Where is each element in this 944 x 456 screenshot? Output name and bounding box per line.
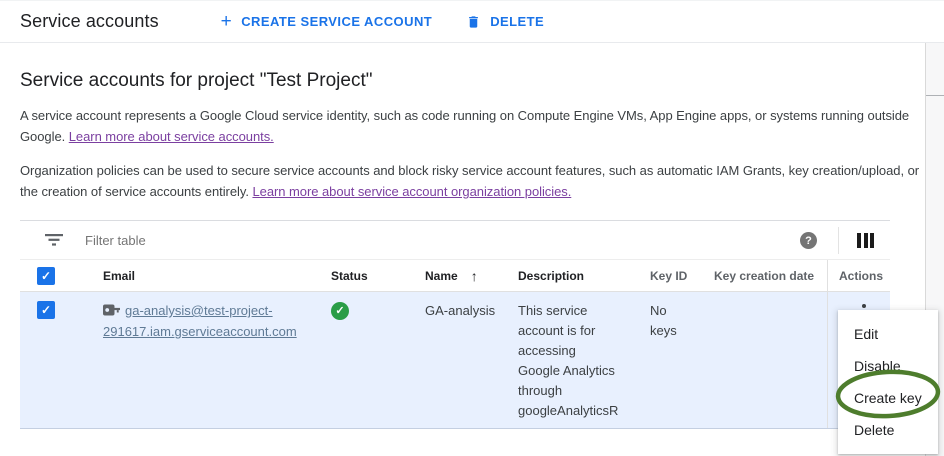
service-account-key-icon: [103, 302, 120, 322]
checkmark-glyph: ✓: [335, 301, 344, 321]
intro-paragraph: A service account represents a Google Cl…: [20, 105, 925, 147]
toolbar-divider: [838, 227, 839, 254]
column-header-name[interactable]: Name ↑: [405, 260, 498, 291]
create-service-account-label: CREATE SERVICE ACCOUNT: [241, 14, 432, 29]
service-account-email-link[interactable]: ga-analysis@test-project-291617.iam.gser…: [103, 303, 297, 339]
name-cell: GA-analysis: [405, 292, 498, 428]
learn-more-service-accounts-link[interactable]: Learn more about service accounts.: [69, 129, 274, 144]
email-cell: ga-analysis@test-project-291617.iam.gser…: [83, 292, 311, 428]
help-icon[interactable]: ?: [800, 232, 817, 249]
info-panel-divider: [926, 95, 944, 96]
learn-more-org-policies-link[interactable]: Learn more about service account organiz…: [252, 184, 571, 199]
page-toolbar: Service accounts + CREATE SERVICE ACCOUN…: [0, 0, 944, 43]
table-row: ✓ ga-analysis@test-project-291617.iam.gs…: [20, 292, 890, 429]
row-actions-menu: Edit Disable Create key Delete: [838, 310, 938, 454]
help-glyph: ?: [805, 235, 812, 247]
key-creation-date-cell: [694, 292, 827, 428]
key-id-cell: No keys: [630, 292, 694, 428]
create-service-account-button[interactable]: + CREATE SERVICE ACCOUNT: [221, 12, 433, 31]
description-cell: This service account is for accessing Go…: [498, 292, 630, 428]
menu-item-edit[interactable]: Edit: [838, 318, 938, 350]
key-id-value: No keys: [650, 301, 694, 341]
table-header-row: ✓ Email Status Name ↑ Description Key ID…: [20, 260, 890, 292]
status-cell: ✓: [311, 292, 405, 428]
service-accounts-table: ? ✓ Email Status Name ↑ Description Key …: [20, 220, 890, 429]
select-all-checkbox[interactable]: ✓: [37, 267, 55, 285]
filter-icon: [45, 234, 63, 246]
delete-button[interactable]: DELETE: [466, 14, 544, 30]
column-header-key-creation-date[interactable]: Key creation date: [694, 260, 827, 291]
trash-icon: [466, 14, 481, 30]
status-enabled-icon: ✓: [331, 302, 349, 320]
column-display-options-icon[interactable]: [857, 233, 874, 248]
column-header-key-id[interactable]: Key ID: [630, 260, 694, 291]
column-header-actions: Actions: [827, 260, 890, 291]
filter-table-input[interactable]: [85, 233, 385, 248]
main-content: Service accounts for project "Test Proje…: [20, 43, 925, 429]
row-checkbox[interactable]: ✓: [37, 301, 55, 319]
org-policies-paragraph: Organization policies can be used to sec…: [20, 160, 925, 202]
page-title: Service accounts: [20, 11, 159, 32]
column-header-email[interactable]: Email: [83, 260, 311, 291]
plus-icon: +: [221, 12, 233, 31]
column-header-status[interactable]: Status: [311, 260, 405, 291]
section-heading: Service accounts for project "Test Proje…: [20, 70, 925, 92]
delete-label: DELETE: [490, 14, 544, 29]
checkmark-glyph: ✓: [41, 269, 51, 283]
menu-item-create-key[interactable]: Create key: [838, 382, 938, 414]
table-filter-bar: ?: [20, 221, 890, 260]
column-header-description[interactable]: Description: [498, 260, 630, 291]
checkmark-glyph: ✓: [41, 300, 51, 320]
sort-ascending-icon[interactable]: ↑: [471, 268, 478, 284]
menu-item-delete[interactable]: Delete: [838, 414, 938, 446]
menu-item-disable[interactable]: Disable: [838, 350, 938, 382]
